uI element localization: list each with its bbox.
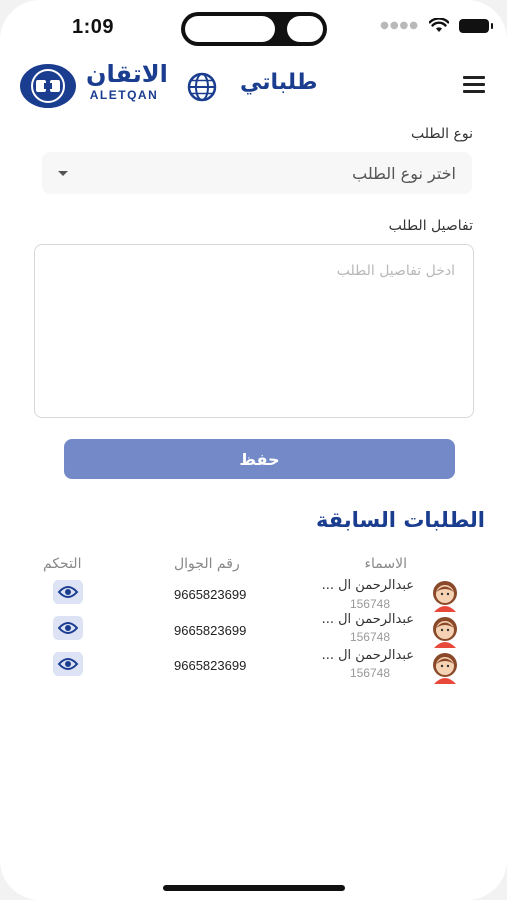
status-time: 1:09 bbox=[72, 16, 115, 38]
table-row: 9665823699 عبدالرحمن ال ... 156748 bbox=[0, 576, 507, 616]
column-header-control: التحكم bbox=[43, 556, 82, 572]
logo-arabic-text: الاتقان bbox=[86, 60, 168, 88]
request-id: 156748 bbox=[349, 597, 390, 611]
mobile-number: 9665823699 bbox=[174, 587, 247, 602]
request-details-input[interactable] bbox=[34, 244, 474, 418]
request-name: عبدالرحمن ال ... bbox=[321, 612, 414, 627]
signal-icon: ●●●● bbox=[380, 20, 419, 31]
request-name: عبدالرحمن ال ... bbox=[321, 578, 414, 593]
eye-icon bbox=[58, 622, 78, 634]
mobile-number: 9665823699 bbox=[174, 658, 247, 673]
request-details-label: تفاصيل الطلب bbox=[388, 218, 473, 234]
column-header-mobile: رقم الجوال bbox=[174, 556, 240, 572]
request-id: 156748 bbox=[349, 666, 390, 680]
logo-emblem bbox=[20, 64, 76, 108]
mobile-number: 9665823699 bbox=[174, 623, 247, 638]
eye-icon bbox=[58, 658, 78, 670]
table-row: 9665823699 عبدالرحمن ال ... 156748 bbox=[0, 612, 507, 652]
request-type-label: نوع الطلب bbox=[411, 126, 473, 142]
request-name: عبدالرحمن ال ... bbox=[321, 648, 414, 663]
logo-hands-icon bbox=[31, 69, 65, 103]
table-row: 9665823699 عبدالرحمن ال ... 156748 bbox=[0, 648, 507, 688]
app-screen: 1:09 ●●●● الاتقان ALETQAN طلباتي نوع الط… bbox=[0, 0, 507, 900]
view-button[interactable] bbox=[53, 652, 83, 676]
request-type-select[interactable]: اختر نوع الطلب bbox=[42, 152, 472, 194]
chevron-down-icon bbox=[58, 170, 68, 176]
request-type-value: اختر نوع الطلب bbox=[352, 163, 456, 183]
request-id: 156748 bbox=[349, 630, 390, 644]
previous-requests-title: الطلبات السابقة bbox=[315, 508, 485, 532]
column-header-names: الاسماء bbox=[364, 556, 407, 572]
page-title: طلباتي bbox=[240, 70, 318, 95]
view-button[interactable] bbox=[53, 616, 83, 640]
hamburger-menu-icon[interactable] bbox=[463, 76, 485, 94]
wifi-icon bbox=[429, 18, 449, 32]
avatar bbox=[433, 653, 457, 684]
save-button[interactable]: حفظ bbox=[64, 439, 455, 479]
avatar bbox=[433, 617, 457, 648]
status-icons: ●●●● bbox=[380, 18, 493, 33]
dynamic-island bbox=[181, 12, 327, 46]
eye-icon bbox=[58, 586, 78, 598]
battery-icon bbox=[459, 18, 493, 33]
brand-logo: الاتقان ALETQAN bbox=[86, 60, 168, 110]
home-indicator[interactable] bbox=[163, 885, 345, 891]
globe-icon[interactable] bbox=[186, 71, 218, 103]
avatar bbox=[433, 581, 457, 612]
logo-english-text: ALETQAN bbox=[89, 88, 159, 102]
view-button[interactable] bbox=[53, 580, 83, 604]
